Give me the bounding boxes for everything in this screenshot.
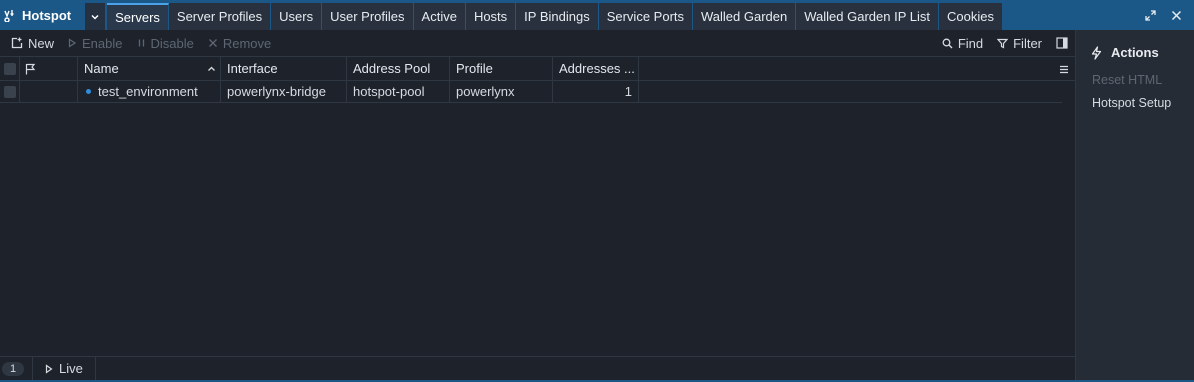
actions-title: Actions: [1111, 45, 1159, 60]
column-header-addresses[interactable]: Addresses ...: [553, 57, 639, 80]
filter-button[interactable]: Filter: [990, 30, 1049, 56]
tab-service-ports[interactable]: Service Ports: [598, 3, 694, 30]
live-label: Live: [59, 361, 83, 376]
filter-label: Filter: [1013, 35, 1042, 51]
chevron-down-icon: [91, 14, 99, 20]
close-icon[interactable]: [1170, 9, 1182, 21]
column-header-name-label: Name: [84, 61, 119, 76]
sort-ascending-icon: [208, 66, 215, 71]
cell-name: test_environment: [78, 81, 221, 102]
table-header: Name Interface Address Pool Profile Addr…: [0, 56, 1075, 81]
play-icon: [45, 363, 53, 374]
enable-label: Enable: [82, 35, 123, 51]
find-button[interactable]: Find: [935, 30, 990, 56]
cell-profile: powerlynx: [450, 81, 553, 102]
window-controls: [1144, 0, 1194, 30]
pause-icon: [138, 39, 144, 47]
flag-column-header[interactable]: [20, 57, 78, 80]
toggle-panel-button[interactable]: [1049, 30, 1075, 56]
disable-label: Disable: [150, 35, 194, 51]
actions-header: Actions: [1090, 45, 1159, 60]
cell-interface: powerlynx-bridge: [221, 81, 347, 102]
tab-walled-garden[interactable]: Walled Garden: [693, 3, 797, 30]
cell-address-pool: hotspot-pool: [347, 81, 450, 102]
remove-button[interactable]: Remove: [201, 30, 278, 56]
tab-server-profiles[interactable]: Server Profiles: [168, 3, 272, 30]
tab-walled-garden-ip-list[interactable]: Walled Garden IP List: [796, 3, 939, 30]
search-icon: [942, 38, 953, 48]
tab-user-profiles[interactable]: User Profiles: [322, 3, 414, 30]
remove-icon: [208, 39, 217, 47]
hotspot-icon: [2, 7, 18, 23]
filter-icon: [997, 38, 1009, 48]
reset-html-action[interactable]: Reset HTML: [1092, 73, 1162, 87]
app-title: Hotspot: [0, 0, 77, 30]
table-row[interactable]: test_environment powerlynx-bridge hotspo…: [0, 81, 1062, 103]
new-icon: [11, 37, 23, 49]
sidebar-toggle-icon: [1056, 37, 1068, 49]
actions-panel: Actions Reset HTML Hotspot Setup: [1075, 30, 1194, 380]
tabs-dropdown-button[interactable]: [85, 3, 106, 30]
status-bar: 1 Live: [0, 356, 1075, 381]
play-icon: [68, 38, 77, 48]
hotspot-setup-action[interactable]: Hotspot Setup: [1092, 96, 1171, 110]
tab-servers[interactable]: Servers: [107, 3, 169, 30]
disable-button[interactable]: Disable: [130, 30, 201, 56]
row-flag-cell: [20, 81, 78, 102]
column-header-address-pool[interactable]: Address Pool: [347, 57, 450, 80]
toolbar: New Enable Disable Remove Find Filter: [0, 30, 1075, 56]
flag-icon: [25, 63, 36, 74]
lightning-icon: [1091, 45, 1102, 60]
row-count-badge: 1: [2, 361, 24, 376]
select-all-checkbox[interactable]: [0, 57, 20, 80]
tab-hosts[interactable]: Hosts: [465, 3, 517, 30]
column-header-profile[interactable]: Profile: [450, 57, 553, 80]
new-button[interactable]: New: [4, 30, 61, 56]
cell-addresses: 1: [553, 81, 639, 102]
new-label: New: [28, 35, 55, 51]
column-menu-icon[interactable]: [1057, 62, 1071, 76]
maximize-icon[interactable]: [1144, 9, 1156, 21]
live-button[interactable]: Live: [33, 356, 96, 381]
find-label: Find: [957, 35, 984, 51]
tab-active[interactable]: Active: [413, 3, 466, 30]
tab-users[interactable]: Users: [271, 3, 323, 30]
column-header-interface[interactable]: Interface: [221, 57, 347, 80]
app-title-label: Hotspot: [22, 7, 72, 23]
tab-ip-bindings[interactable]: IP Bindings: [516, 3, 599, 30]
servers-table: Name Interface Address Pool Profile Addr…: [0, 56, 1075, 356]
enable-button[interactable]: Enable: [61, 30, 129, 56]
tab-cookies[interactable]: Cookies: [938, 3, 1003, 30]
status-dot-icon: [86, 89, 91, 94]
tab-strip: Servers Server Profiles Users User Profi…: [107, 3, 1003, 30]
remove-label: Remove: [222, 35, 272, 51]
column-header-name[interactable]: Name: [78, 57, 221, 80]
title-bar: Hotspot Servers Server Profiles Users Us…: [0, 0, 1194, 30]
row-checkbox[interactable]: [0, 81, 20, 102]
cell-name-value: test_environment: [98, 84, 198, 99]
